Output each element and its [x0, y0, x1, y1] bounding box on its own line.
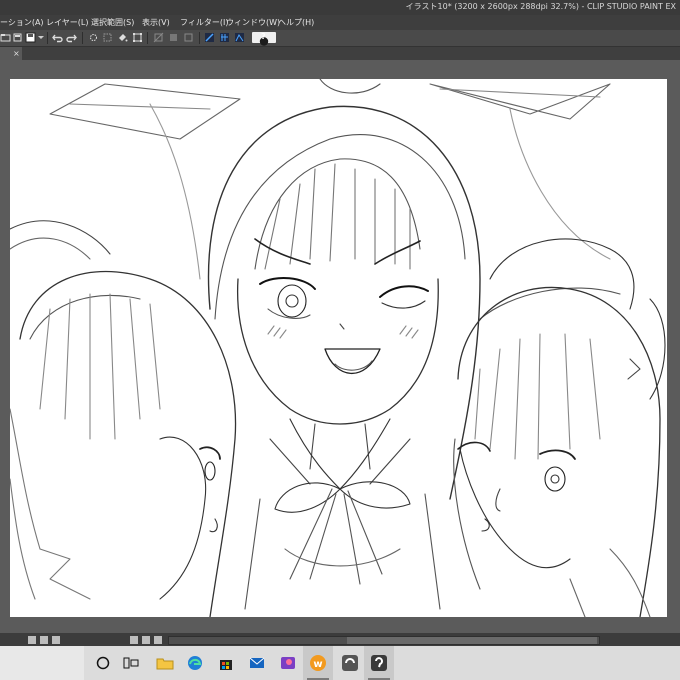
mail-icon[interactable]	[248, 654, 266, 672]
menu-select[interactable]: 選択範囲(S)	[91, 17, 134, 28]
taskbar-search-area[interactable]	[0, 646, 84, 680]
close-icon[interactable]: ×	[13, 49, 20, 58]
store-icon[interactable]	[217, 654, 235, 672]
zoom-out-icon[interactable]	[28, 636, 36, 644]
snap-ruler-icon[interactable]	[204, 32, 215, 43]
chevron-down-icon[interactable]	[38, 32, 44, 43]
clip-studio-paint-icon[interactable]	[370, 654, 388, 672]
snap-shape-icon[interactable]	[234, 32, 245, 43]
deselect-icon[interactable]	[102, 32, 113, 43]
title-bar: イラスト10* (3200 x 2600px 288dpi 32.7%) - C…	[0, 0, 680, 15]
horizontal-scrollbar[interactable]	[168, 636, 600, 645]
transform-icon[interactable]	[132, 32, 143, 43]
app-w-icon[interactable]: w	[309, 654, 327, 672]
menu-view[interactable]: 表示(V)	[142, 17, 170, 28]
menu-window[interactable]: ウィンドウ(W)	[226, 17, 280, 28]
menu-animation[interactable]: ーション(A)	[0, 17, 44, 28]
toolbar-separator	[82, 32, 83, 44]
clip-studio-icon[interactable]	[341, 654, 359, 672]
taskbar: w	[0, 646, 680, 680]
help-label: ?	[261, 32, 266, 41]
save-icon[interactable]	[25, 32, 36, 43]
command-bar: ?	[0, 30, 680, 47]
photos-icon[interactable]	[279, 654, 297, 672]
cortana-icon[interactable]	[94, 654, 112, 672]
grid-icon[interactable]	[183, 32, 194, 43]
toolbar-separator	[147, 32, 148, 44]
rotate-right-icon[interactable]	[142, 636, 150, 644]
edge-icon[interactable]	[186, 654, 204, 672]
file-explorer-icon[interactable]	[156, 654, 174, 672]
svg-text:w: w	[313, 659, 322, 670]
window-title: イラスト10* (3200 x 2600px 288dpi 32.7%) - C…	[405, 2, 676, 11]
sketch-artwork	[10, 79, 666, 617]
rotate-left-icon[interactable]	[130, 636, 138, 644]
menu-layer[interactable]: レイヤー(L)	[46, 17, 88, 28]
menu-filter[interactable]: フィルター(I)	[180, 17, 228, 28]
toolbar-separator	[199, 32, 200, 44]
fit-icon[interactable]	[52, 636, 60, 644]
redo-icon[interactable]	[66, 32, 77, 43]
canvas-tab[interactable]: ×	[0, 47, 22, 60]
crop-icon[interactable]	[153, 32, 164, 43]
task-view-icon[interactable]	[122, 654, 140, 672]
menu-bar: ーション(A) レイヤー(L) 選択範囲(S) 表示(V) フィルター(I) ウ…	[0, 15, 680, 30]
fill-icon[interactable]	[117, 32, 128, 43]
scrollbar-thumb[interactable]	[347, 637, 597, 644]
select-all-icon[interactable]	[88, 32, 99, 43]
canvas-area[interactable]	[0, 60, 680, 633]
status-bar	[0, 633, 680, 646]
canvas-tab-strip: ×	[0, 47, 680, 60]
undo-icon[interactable]	[52, 32, 63, 43]
open-icon[interactable]	[0, 32, 11, 43]
toolbar-separator	[47, 32, 48, 44]
help-button[interactable]: ?	[252, 32, 276, 46]
ruler-icon[interactable]	[168, 32, 179, 43]
zoom-in-icon[interactable]	[40, 636, 48, 644]
menu-help[interactable]: ヘルプ(H)	[278, 17, 314, 28]
snap-grid-icon[interactable]	[219, 32, 230, 43]
new-icon[interactable]	[12, 32, 23, 43]
flip-icon[interactable]	[154, 636, 162, 644]
drawing-canvas[interactable]	[10, 79, 667, 617]
